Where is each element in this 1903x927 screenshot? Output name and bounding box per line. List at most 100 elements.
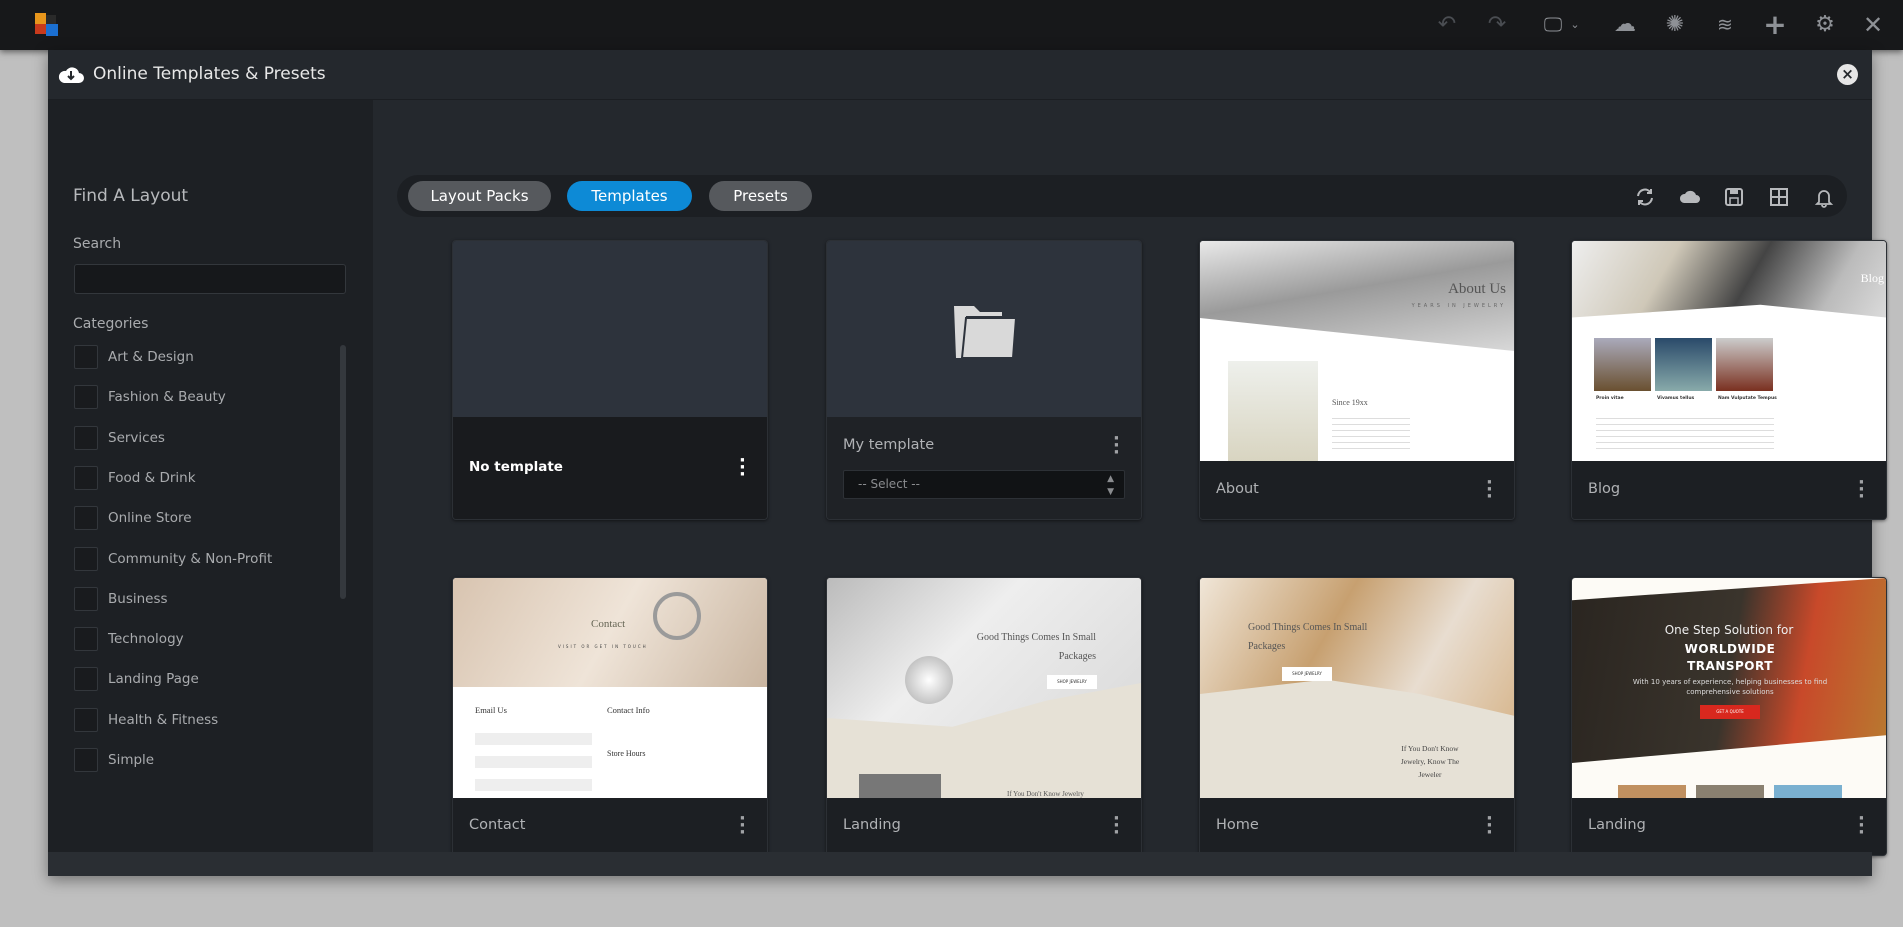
- category-label: Fashion & Beauty: [108, 389, 226, 406]
- template-card-my-template[interactable]: My template · · · -- Select -- ▲ ▼: [826, 240, 1142, 520]
- category-business[interactable]: Business: [74, 586, 168, 611]
- undo-icon[interactable]: ↶: [1434, 12, 1460, 38]
- card-title: No template: [469, 459, 563, 475]
- preview-sub: YEARS IN JEWELRY: [1411, 303, 1506, 309]
- preview-heading: Good Things Comes In Small Packages: [976, 632, 1096, 662]
- template-card-landing-transport[interactable]: One Step Solution for WORLDWIDE TRANSPOR…: [1571, 577, 1887, 856]
- category-fashion-beauty[interactable]: Fashion & Beauty: [74, 385, 226, 410]
- category-checkbox[interactable]: [74, 627, 98, 652]
- help-icon[interactable]: ✺: [1662, 12, 1688, 38]
- more-options-icon[interactable]: · · ·: [1113, 810, 1120, 842]
- tab-presets[interactable]: Presets: [709, 181, 812, 211]
- folder-icon: [954, 306, 1018, 359]
- select-value: -- Select --: [858, 477, 920, 491]
- cloud-download-icon[interactable]: ☁: [1612, 12, 1638, 38]
- sidebar-scrollbar[interactable]: [340, 345, 346, 599]
- template-card-home[interactable]: Good Things Comes In Small Packages SHOP…: [1199, 577, 1515, 856]
- preview-sub: With 10 years of experience, helping bus…: [1632, 678, 1828, 696]
- preview-lines: [1596, 413, 1774, 453]
- card-footer: Blog · · ·: [1572, 461, 1886, 519]
- cloud-icon[interactable]: [1679, 186, 1701, 208]
- category-checkbox[interactable]: [74, 707, 98, 732]
- preview-text: If You Don't Know Jewelry, Know The Jewe…: [1400, 744, 1460, 779]
- preview-ring: [653, 592, 701, 640]
- more-options-icon[interactable]: · · ·: [739, 810, 746, 842]
- card-thumbnail: Contact VISIT OR GET IN TOUCH Email Us C…: [453, 578, 767, 800]
- category-art-design[interactable]: Art & Design: [74, 345, 194, 369]
- card-thumbnail: Good Things Comes In Small Packages SHOP…: [1200, 578, 1514, 800]
- category-health-fitness[interactable]: Health & Fitness: [74, 707, 218, 732]
- card-title: Home: [1216, 817, 1259, 833]
- more-options-icon[interactable]: · · ·: [1858, 474, 1865, 506]
- preview-button: SHOP JEWELRY: [1047, 675, 1097, 689]
- select-arrows-icon: ▲ ▼: [1107, 474, 1114, 497]
- category-checkbox[interactable]: [74, 465, 98, 490]
- category-checkbox[interactable]: [74, 345, 98, 369]
- more-options-icon[interactable]: · · ·: [739, 452, 746, 484]
- thumb-hero: [453, 578, 767, 687]
- template-card-contact[interactable]: Contact VISIT OR GET IN TOUCH Email Us C…: [452, 577, 768, 856]
- close-icon[interactable]: ✕: [1860, 12, 1886, 38]
- category-label: Simple: [108, 752, 155, 768]
- plus-icon[interactable]: +: [1762, 11, 1788, 39]
- bell-icon[interactable]: [1813, 186, 1835, 208]
- preview-heading: WORLDWIDE TRANSPORT: [1684, 642, 1776, 673]
- category-technology[interactable]: Technology: [74, 627, 184, 652]
- refresh-icon[interactable]: [1634, 186, 1656, 208]
- category-checkbox[interactable]: [74, 667, 98, 692]
- preview-heading: One Step Solution for: [1664, 623, 1794, 637]
- save-icon[interactable]: [1723, 186, 1745, 208]
- card-title: Blog: [1588, 481, 1621, 497]
- category-checkbox[interactable]: [74, 546, 98, 571]
- preview-image: [1655, 338, 1712, 391]
- category-checkbox[interactable]: [74, 748, 98, 772]
- redo-icon[interactable]: ↷: [1484, 12, 1510, 38]
- my-template-select[interactable]: -- Select -- ▲ ▼: [843, 470, 1125, 499]
- categories-label: Categories: [73, 316, 149, 332]
- template-card-no-template[interactable]: No template · · ·: [452, 240, 768, 520]
- preview-button: GET A QUOTE: [1700, 705, 1760, 719]
- card-thumbnail: [453, 241, 767, 419]
- preview-form: [475, 725, 592, 795]
- more-options-icon[interactable]: · · ·: [1113, 430, 1120, 462]
- category-label: Food & Drink: [108, 469, 196, 486]
- template-card-landing[interactable]: Good Things Comes In Small Packages SHOP…: [826, 577, 1142, 856]
- preview-post-title: Vivamus tellus: [1657, 396, 1695, 401]
- preview-image: [1594, 338, 1651, 391]
- template-card-blog[interactable]: Blog Proin vitae Vivamus tellus Nam Vulp…: [1571, 240, 1887, 520]
- category-checkbox[interactable]: [74, 586, 98, 611]
- more-options-icon[interactable]: · · ·: [1486, 810, 1493, 842]
- card-title: About: [1216, 481, 1259, 497]
- card-footer: Contact · · ·: [453, 798, 767, 855]
- preview-post-title: Proin vitae: [1596, 396, 1624, 401]
- category-food-drink[interactable]: Food & Drink: [74, 465, 196, 490]
- layers-icon[interactable]: ≋: [1712, 12, 1738, 38]
- more-options-icon[interactable]: · · ·: [1486, 474, 1493, 506]
- category-label: Landing Page: [108, 671, 199, 688]
- template-card-about[interactable]: About Us YEARS IN JEWELRY Since 19xx Abo…: [1199, 240, 1515, 520]
- category-checkbox[interactable]: [74, 385, 98, 410]
- category-label: Services: [108, 429, 165, 446]
- templates-main: Layout Packs Templates Presets No templa…: [373, 100, 1887, 856]
- tab-layout-packs[interactable]: Layout Packs: [408, 181, 551, 211]
- modal-title: Online Templates & Presets: [93, 64, 326, 84]
- more-options-icon[interactable]: · · ·: [1858, 810, 1865, 842]
- category-label: Business: [108, 590, 168, 607]
- category-online-store[interactable]: Online Store: [74, 506, 192, 531]
- tab-templates[interactable]: Templates: [567, 181, 692, 211]
- chevron-down-icon[interactable]: ⌄: [1562, 12, 1588, 38]
- grid-icon[interactable]: [1768, 186, 1790, 208]
- toolbar: Layout Packs Templates Presets: [397, 175, 1847, 217]
- category-landing-page[interactable]: Landing Page: [74, 667, 199, 692]
- category-checkbox[interactable]: [74, 425, 98, 450]
- category-simple[interactable]: Simple: [74, 748, 154, 772]
- category-checkbox[interactable]: [74, 506, 98, 531]
- preview-image: [1716, 338, 1773, 391]
- close-modal-button[interactable]: ×: [1837, 64, 1858, 85]
- preview-text: Email Us: [475, 705, 507, 715]
- search-input[interactable]: [74, 264, 346, 294]
- card-footer: Landing · · ·: [827, 798, 1141, 855]
- gear-icon[interactable]: ⚙: [1812, 12, 1838, 38]
- category-community-non-profit[interactable]: Community & Non-Profit: [74, 546, 272, 571]
- category-services[interactable]: Services: [74, 425, 165, 450]
